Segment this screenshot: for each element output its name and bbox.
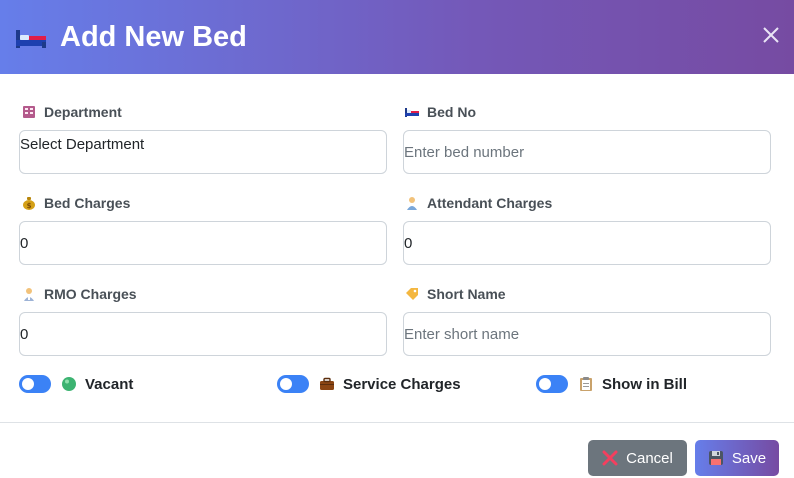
rmo-charges-label: RMO Charges (22, 285, 137, 303)
service-charges-switch[interactable] (277, 375, 309, 393)
service-charges-label: Service Charges (343, 375, 461, 393)
close-icon[interactable] (756, 20, 786, 50)
attendant-charges-input[interactable] (403, 221, 771, 265)
svg-text:$: $ (27, 202, 32, 210)
cancel-button[interactable]: Cancel (588, 440, 687, 476)
briefcase-icon (319, 376, 335, 392)
cross-mark-icon (602, 450, 618, 466)
building-icon (22, 105, 36, 119)
bed-charges-label: $ Bed Charges (22, 194, 130, 212)
toggle-vacant[interactable]: Vacant (19, 373, 133, 395)
person-icon (405, 196, 419, 210)
toggle-service-charges[interactable]: Service Charges (277, 373, 461, 395)
footer-divider (0, 422, 794, 423)
bed-charges-input[interactable] (19, 221, 387, 265)
bed-icon (14, 26, 48, 52)
vacant-switch[interactable] (19, 375, 51, 393)
department-label: Department (22, 103, 122, 121)
show-in-bill-label: Show in Bill (602, 375, 687, 393)
show-in-bill-switch[interactable] (536, 375, 568, 393)
save-button[interactable]: Save (695, 440, 779, 476)
bed-no-input[interactable] (403, 130, 771, 174)
modal-header: Add New Bed (0, 0, 794, 74)
vacant-label: Vacant (85, 375, 134, 393)
floppy-disk-icon (708, 450, 724, 466)
attendant-charges-label: Attendant Charges (405, 194, 552, 212)
toggle-show-in-bill[interactable]: Show in Bill (536, 373, 687, 395)
money-bag-icon: $ (22, 196, 36, 210)
rmo-charges-input[interactable] (19, 312, 387, 356)
modal-title: Add New Bed (60, 21, 247, 53)
department-select[interactable]: Select Department (19, 130, 387, 174)
tag-icon (405, 287, 419, 301)
add-bed-modal: Add New Bed Department Select Department… (0, 0, 794, 478)
short-name-input[interactable] (403, 312, 771, 356)
clipboard-icon (578, 376, 594, 392)
short-name-label: Short Name (405, 285, 506, 303)
doctor-icon (22, 287, 36, 301)
bed-icon (405, 105, 419, 119)
bed-no-label: Bed No (405, 103, 476, 121)
green-circle-icon (61, 376, 77, 392)
